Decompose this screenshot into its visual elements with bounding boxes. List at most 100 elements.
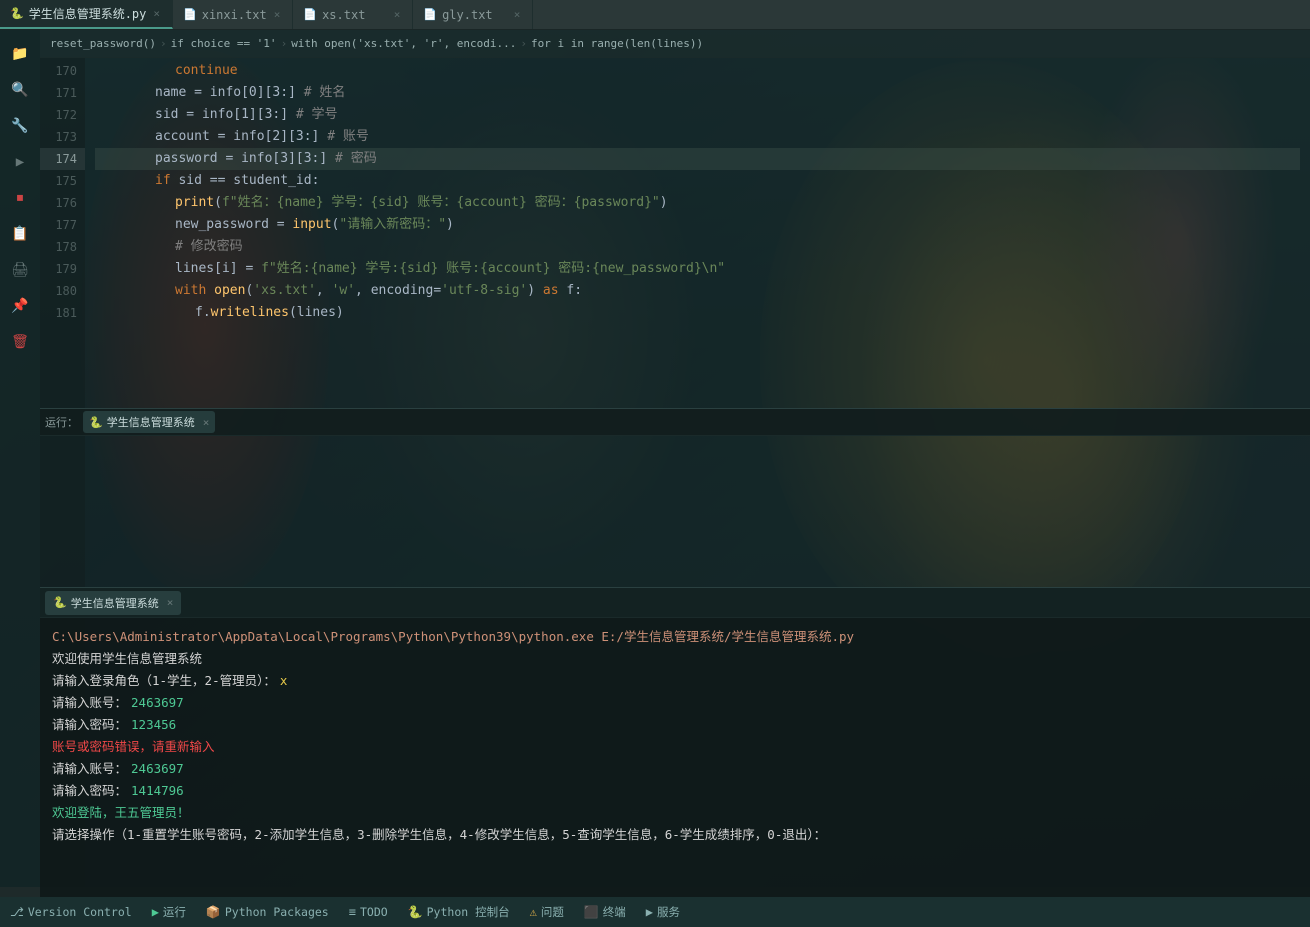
activity-stop-icon[interactable]: ⏹ [4,182,36,214]
breadcrumb-part3[interactable]: with open('xs.txt', 'r', encodi... [291,37,516,50]
code-line-179: lines[i] = f"姓名:{name} 学号:{sid} 账号:{acco… [95,258,1300,280]
terminal-welcome: 欢迎使用学生信息管理系统 [52,648,202,670]
terminal-line-6: 账号或密码错误，请重新输入 [52,736,1298,758]
xs-tab-icon: 📄 [303,8,317,21]
code-line-173: account = info[2][3:] # 账号 [95,126,1300,148]
terminal-line-2: 欢迎使用学生信息管理系统 [52,648,1298,670]
tab-gly[interactable]: 📄 gly.txt × [413,0,533,29]
tab-python-label: 学生信息管理系统.py [29,5,147,22]
problems-label: 问题 [541,904,564,920]
status-todo[interactable]: ≡ TODO [339,897,398,927]
python-console-icon: 🐍 [408,905,423,919]
terminal-path: C:\Users\Administrator\AppData\Local\Pro… [52,626,854,648]
activity-files-icon[interactable]: 📁 [4,38,36,70]
code-line-180: with open('xs.txt', 'w', encoding='utf-8… [95,280,1300,302]
version-control-icon: ⎇ [10,905,24,919]
tab-python-file[interactable]: 🐍 学生信息管理系统.py × [0,0,173,29]
activity-delete-icon[interactable]: 🗑 [4,326,36,358]
tab-bar: 🐍 学生信息管理系统.py × 📄 xinxi.txt × 📄 xs.txt ×… [0,0,1310,30]
status-run[interactable]: ▶ 运行 [142,897,196,927]
terminal-line-1: C:\Users\Administrator\AppData\Local\Pro… [52,626,1298,648]
terminal-line-8: 请输入密码：1414796 [52,780,1298,802]
terminal-line-3: 请输入登录角色（1-学生，2-管理员）：x [52,670,1298,692]
activity-debug-icon[interactable]: 📋 [4,218,36,250]
status-version-control[interactable]: ⎇ Version Control [0,897,142,927]
tab-python-close[interactable]: × [151,7,162,20]
line-num-177: 177 [40,214,85,236]
status-bar: ⎇ Version Control ▶ 运行 📦 Python Packages… [0,897,1310,927]
code-line-172: sid = info[1][3:] # 学号 [95,104,1300,126]
terminal-pw-prompt1: 请输入密码： [52,714,127,736]
terminal-tab-close[interactable]: × [167,596,174,609]
terminal-line-7: 请输入账号：2463697 [52,758,1298,780]
terminal-line-10: 请选择操作（1-重置学生账号密码，2-添加学生信息，3-删除学生信息，4-修改学… [52,824,1298,846]
terminal-tabs: 🐍 学生信息管理系统 × [40,588,1310,618]
terminal-status-label: 终端 [603,904,626,920]
tab-gly-label: gly.txt [442,8,493,22]
terminal-error-msg: 账号或密码错误，请重新输入 [52,736,215,758]
run-active-item[interactable]: 🐍 学生信息管理系统 × [83,411,215,433]
run-active-icon: 🐍 [89,416,103,429]
activity-settings-icon[interactable]: 🔧 [4,110,36,142]
activity-pin-icon[interactable]: 📌 [4,290,36,322]
breadcrumb-part1[interactable]: reset_password() [50,37,156,50]
terminal-tab-main[interactable]: 🐍 学生信息管理系统 × [45,591,181,615]
services-label: 服务 [657,904,680,920]
line-num-174: 174 [40,148,85,170]
xinxi-tab-icon: 📄 [183,8,197,21]
status-python-packages[interactable]: 📦 Python Packages [196,897,339,927]
breadcrumb-sep1: › [160,37,167,50]
run-status-label: 运行 [163,904,186,920]
tab-xs-close[interactable]: × [392,8,403,21]
tab-xs[interactable]: 📄 xs.txt × [293,0,413,29]
line-num-171: 171 [40,82,85,104]
line-num-175: 175 [40,170,85,192]
terminal-status-icon: ⬛ [584,905,599,919]
python-console-label: Python 控制台 [427,904,510,920]
run-active-label: 学生信息管理系统 [107,414,195,430]
terminal-welcome-msg: 欢迎登陆，王五管理员！ [52,802,190,824]
status-problems[interactable]: ⚠ 问题 [520,897,574,927]
todo-label: TODO [360,905,388,919]
activity-print-icon[interactable]: 🖨 [4,254,36,286]
terminal-content[interactable]: C:\Users\Administrator\AppData\Local\Pro… [40,618,1310,897]
breadcrumb-part2[interactable]: if choice == '1' [171,37,277,50]
todo-icon: ≡ [349,905,356,919]
code-line-175: if sid == student_id: [95,170,1300,192]
run-active-close[interactable]: × [203,416,210,429]
python-packages-icon: 📦 [206,905,221,919]
breadcrumb-part4[interactable]: for i in range(len(lines)) [531,37,703,50]
line-num-172: 172 [40,104,85,126]
python-tab-icon: 🐍 [10,7,24,20]
line-num-179: 179 [40,258,85,280]
tab-xinxi-close[interactable]: × [272,8,283,21]
tab-xinxi[interactable]: 📄 xinxi.txt × [173,0,293,29]
breadcrumb-sep2: › [281,37,288,50]
terminal-line-4: 请输入账号：2463697 [52,692,1298,714]
code-line-174: password = info[3][3:] # 密码 [95,148,1300,170]
python-packages-label: Python Packages [225,905,329,919]
code-line-171: name = info[0][3:] # 姓名 [95,82,1300,104]
line-num-181: 181 [40,302,85,324]
terminal-pw-prompt2: 请输入密码： [52,780,127,802]
code-line-176: print(f"姓名：{name} 学号：{sid} 账号：{account} … [95,192,1300,214]
status-python-console[interactable]: 🐍 Python 控制台 [398,897,520,927]
terminal-pw-input2: 1414796 [131,780,184,802]
status-services[interactable]: ▶ 服务 [636,897,690,927]
terminal-tab-label: 学生信息管理系统 [71,595,159,611]
line-num-180: 180 [40,280,85,302]
line-num-170: 170 [40,60,85,82]
line-num-178: 178 [40,236,85,258]
tab-gly-close[interactable]: × [512,8,523,21]
tab-xs-label: xs.txt [322,8,365,22]
terminal-role-prompt: 请输入登录角色（1-学生，2-管理员）： [52,670,276,692]
problems-icon: ⚠ [530,905,537,919]
activity-run-icon[interactable]: ▶ [4,146,36,178]
status-terminal[interactable]: ⬛ 终端 [574,897,636,927]
activity-bar: 📁 🔍 🔧 ▶ ⏹ 📋 🖨 📌 🗑 [0,30,40,887]
terminal-line-5: 请输入密码：123456 [52,714,1298,736]
terminal-role-input: x [280,670,288,692]
terminal-line-9: 欢迎登陆，王五管理员！ [52,802,1298,824]
breadcrumb-sep3: › [520,37,527,50]
activity-search-icon[interactable]: 🔍 [4,74,36,106]
